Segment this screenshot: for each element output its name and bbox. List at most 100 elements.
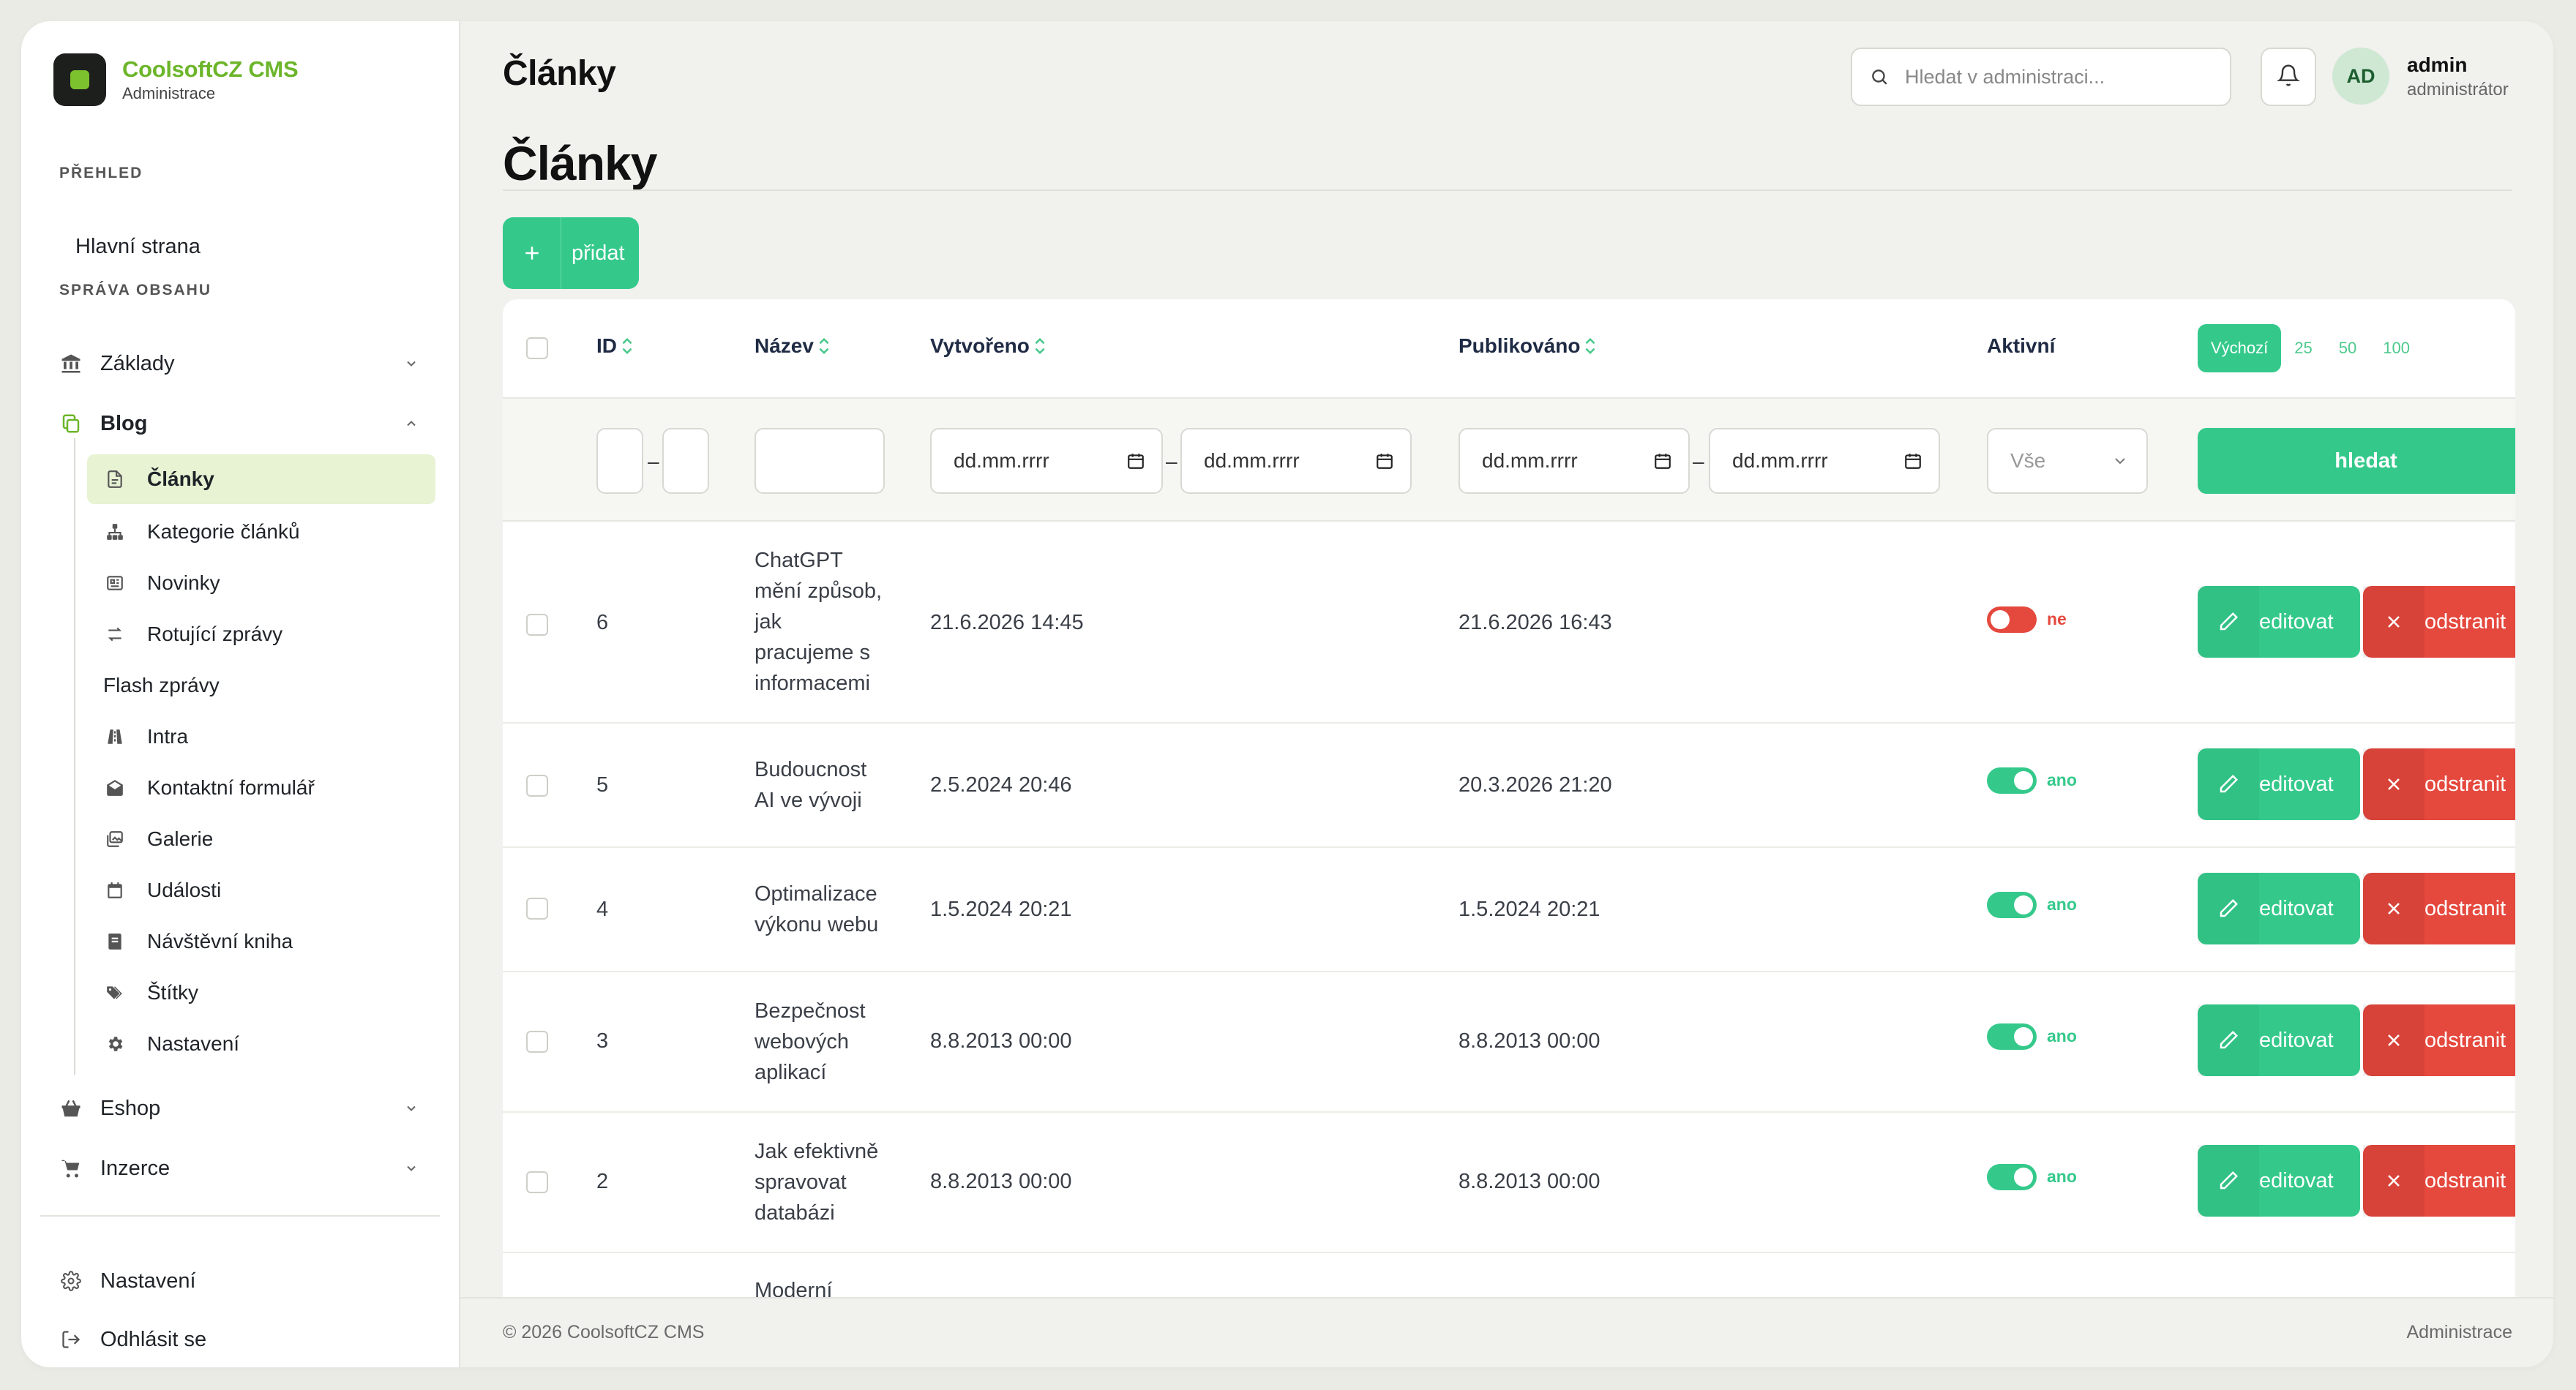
active-filter-select[interactable]: Vše <box>1987 428 2148 494</box>
title-line: databázi <box>755 1201 835 1225</box>
sidebar-item-label: Hlavní strana <box>75 234 201 258</box>
published-to-input[interactable]: dd.mm.rrrr <box>1709 428 1940 494</box>
edit-button[interactable]: editovat <box>2198 873 2360 944</box>
sidebar-item-blog-nastaveni[interactable]: Nastavení <box>87 1019 435 1069</box>
book-icon <box>103 930 127 953</box>
active-label: ano <box>2047 1167 2077 1186</box>
name-filter-input[interactable] <box>755 428 885 494</box>
date-placeholder: dd.mm.rrrr <box>1732 449 1828 472</box>
id-to-input[interactable] <box>662 428 709 494</box>
articles-table: ID Název Vytvořeno Publikováno Aktivní V… <box>503 299 2515 1323</box>
delete-button[interactable]: odstranit <box>2363 586 2515 658</box>
row-checkbox[interactable] <box>526 898 548 920</box>
sort-icon <box>817 337 831 356</box>
sidebar-item-label: Nastavení <box>147 1032 240 1055</box>
calendar-icon <box>1903 451 1922 470</box>
sidebar-item-inzerce[interactable]: Inzerce <box>58 1146 422 1190</box>
edit-button[interactable]: editovat <box>2198 1004 2360 1076</box>
sidebar-item-stitky[interactable]: Štítky <box>87 968 435 1018</box>
active-toggle[interactable] <box>1987 1023 2037 1050</box>
edit-button[interactable]: editovat <box>2198 748 2360 820</box>
add-article-button[interactable]: přidat <box>503 217 639 289</box>
logout-icon <box>58 1326 84 1353</box>
edit-button[interactable]: editovat <box>2198 586 2360 658</box>
filter-search-button[interactable]: hledat <box>2198 428 2515 494</box>
sidebar-item-clanky[interactable]: Články <box>87 454 435 504</box>
user-name[interactable]: admin <box>2407 53 2467 77</box>
edit-label: editovat <box>2259 609 2334 634</box>
sidebar-item-blog[interactable]: Blog <box>58 402 422 446</box>
sidebar-item-zaklady[interactable]: Základy <box>58 342 422 386</box>
column-id[interactable]: ID <box>596 334 634 358</box>
sidebar-item-galerie[interactable]: Galerie <box>87 814 435 864</box>
select-all-checkbox[interactable] <box>526 337 548 359</box>
sidebar: CoolsoftCZ CMS Administrace PŘEHLED Hlav… <box>21 21 460 1367</box>
pencil-icon <box>2198 1145 2259 1217</box>
published-from-input[interactable]: dd.mm.rrrr <box>1459 428 1690 494</box>
sidebar-item-home[interactable]: Hlavní strana <box>75 225 422 268</box>
column-published[interactable]: Publikováno <box>1459 334 1598 358</box>
active-toggle[interactable] <box>1987 892 2037 918</box>
brand-logo <box>53 53 106 106</box>
sidebar-item-udalosti[interactable]: Události <box>87 865 435 915</box>
cell-title[interactable]: ChatGPT mění způsob, jak pracujeme s inf… <box>755 545 901 699</box>
close-icon <box>2363 748 2425 820</box>
column-created[interactable]: Vytvořeno <box>930 334 1047 358</box>
column-name[interactable]: Název <box>755 334 831 358</box>
sidebar-settings[interactable]: Nastavení <box>58 1259 422 1303</box>
sidebar-item-rotujici[interactable]: Rotující zprávy <box>87 609 435 659</box>
delete-button[interactable]: odstranit <box>2363 873 2515 944</box>
notifications-button[interactable] <box>2261 48 2316 106</box>
date-placeholder: dd.mm.rrrr <box>954 449 1049 472</box>
cell-title[interactable]: Budoucnost AI ve vývoji <box>755 754 901 816</box>
created-from-input[interactable]: dd.mm.rrrr <box>930 428 1163 494</box>
active-toggle[interactable] <box>1987 606 2037 633</box>
sidebar-item-flash[interactable]: Flash zprávy <box>87 661 435 710</box>
active-toggle[interactable] <box>1987 1164 2037 1190</box>
sidebar-item-navstevni[interactable]: Návštěvní kniha <box>87 917 435 966</box>
delete-button[interactable]: odstranit <box>2363 1145 2515 1217</box>
cell-title[interactable]: Optimalizace výkonu webu <box>755 879 901 940</box>
row-checkbox[interactable] <box>526 1031 548 1053</box>
sidebar-item-intra[interactable]: Intra <box>87 712 435 762</box>
id-from-input[interactable] <box>596 428 643 494</box>
sidebar-item-kontakt[interactable]: Kontaktní formulář <box>87 763 435 813</box>
sidebar-item-label: Blog <box>100 411 148 435</box>
sort-icon <box>1033 337 1047 356</box>
sidebar-item-novinky[interactable]: Novinky <box>87 558 435 608</box>
created-to-input[interactable]: dd.mm.rrrr <box>1180 428 1412 494</box>
cell-title[interactable]: Bezpečnost webových aplikací <box>755 996 901 1088</box>
calendar-icon <box>1653 451 1672 470</box>
page-size-50[interactable]: 50 <box>2326 324 2370 372</box>
avatar[interactable]: AD <box>2332 48 2389 105</box>
sidebar-item-label: Kategorie článků <box>147 520 300 543</box>
column-label: ID <box>596 334 617 357</box>
cell-title[interactable]: Jak efektivně spravovat databázi <box>755 1136 901 1228</box>
sidebar-item-label: Odhlásit se <box>100 1327 207 1351</box>
sidebar-item-eshop[interactable]: Eshop <box>58 1086 422 1130</box>
title-line: AI ve vývoji <box>755 789 862 812</box>
pencil-icon <box>2198 586 2259 658</box>
row-checkbox[interactable] <box>526 1171 548 1193</box>
page-size-25[interactable]: 25 <box>2281 324 2325 372</box>
page-size-100[interactable]: 100 <box>2370 324 2423 372</box>
sort-icon <box>620 337 634 356</box>
delete-label: odstranit <box>2425 1028 2506 1052</box>
chevron-down-icon <box>2111 452 2129 470</box>
search-input[interactable]: Hledat v administraci... <box>1851 48 2231 106</box>
delete-label: odstranit <box>2425 772 2506 796</box>
newspaper-icon <box>103 571 127 595</box>
table-row: 5 Budoucnost AI ve vývoji 2.5.2024 20:46… <box>503 724 2515 848</box>
delete-button[interactable]: odstranit <box>2363 1004 2515 1076</box>
page-size-default[interactable]: Výchozí <box>2198 324 2282 372</box>
edit-button[interactable]: editovat <box>2198 1145 2360 1217</box>
row-checkbox[interactable] <box>526 775 548 797</box>
sidebar-item-label: Nastavení <box>100 1269 196 1293</box>
table-header: ID Název Vytvořeno Publikováno Aktivní V… <box>503 299 2515 399</box>
logout-button[interactable]: Odhlásit se <box>58 1318 422 1361</box>
sidebar-item-kategorie[interactable]: Kategorie článků <box>87 507 435 557</box>
active-toggle[interactable] <box>1987 767 2037 794</box>
brand[interactable]: CoolsoftCZ CMS Administrace <box>53 53 299 106</box>
row-checkbox[interactable] <box>526 614 548 636</box>
delete-button[interactable]: odstranit <box>2363 748 2515 820</box>
